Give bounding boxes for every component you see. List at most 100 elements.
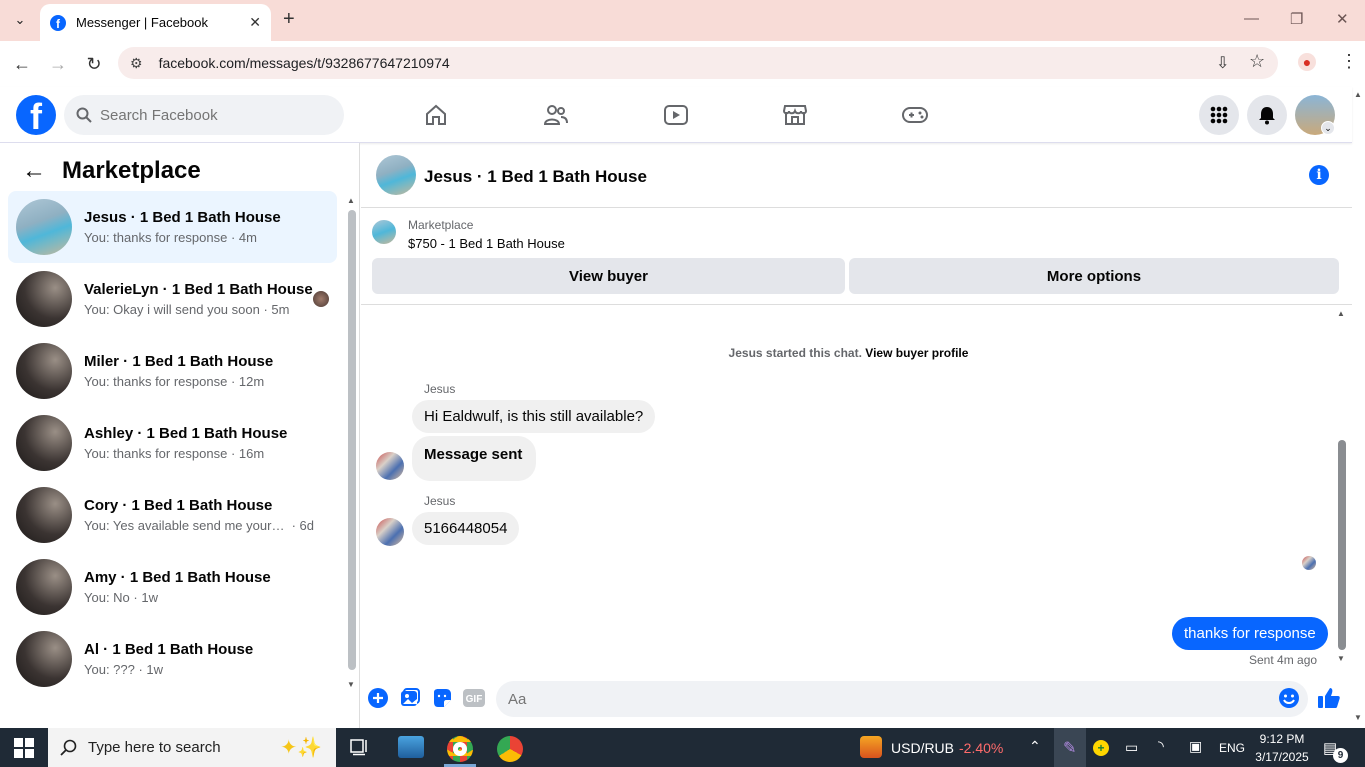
wifi-icon[interactable]: ◝ xyxy=(1158,737,1164,755)
browser-tab[interactable]: f Messenger | Facebook ✕ xyxy=(40,4,271,41)
friends-icon[interactable] xyxy=(541,100,571,130)
conversation-avatar xyxy=(16,559,72,615)
conversation-time: 4m xyxy=(238,230,257,245)
video-icon[interactable] xyxy=(661,100,691,130)
chat-scroll-down-icon[interactable]: ▼ xyxy=(1337,654,1345,663)
profile-icon[interactable]: ● xyxy=(1298,53,1316,71)
conversation-title: Amy · 1 Bed 1 Bath House xyxy=(84,569,271,586)
close-window-icon[interactable]: ✕ xyxy=(1336,10,1349,28)
chrome-icon[interactable] xyxy=(447,736,473,762)
page-scroll-down-icon[interactable]: ▼ xyxy=(1354,713,1362,722)
ticker-label[interactable]: USD/RUB xyxy=(891,740,954,756)
chat-title[interactable]: Jesus · 1 Bed 1 Bath House xyxy=(424,167,647,187)
message-bubble[interactable]: Hi Ealdwulf, is this still available? xyxy=(412,400,656,433)
gaming-icon[interactable] xyxy=(900,100,930,130)
windows-start-icon[interactable] xyxy=(14,738,34,763)
install-icon[interactable]: ⇩ xyxy=(1216,53,1229,73)
tab-search-icon[interactable]: ⌄ xyxy=(8,8,32,32)
marketplace-icon[interactable] xyxy=(780,100,810,130)
listing-price[interactable]: $750 - 1 Bed 1 Bath House xyxy=(408,236,565,251)
message-sender: Jesus xyxy=(424,494,456,508)
task-view-icon[interactable] xyxy=(350,738,370,761)
sidebar-title: Marketplace xyxy=(62,157,201,184)
sender-avatar[interactable] xyxy=(376,518,404,546)
back-arrow-icon[interactable]: ← xyxy=(22,157,46,185)
seen-avatar xyxy=(313,291,329,307)
conversation-item[interactable]: Jesus · 1 Bed 1 Bath House You: thanks fo… xyxy=(8,191,337,263)
taskbar-search-icon xyxy=(60,739,77,756)
conversation-time: 5m xyxy=(271,302,290,317)
sidebar-scrollbar[interactable] xyxy=(348,210,356,670)
clock-date[interactable]: 3/17/2025 xyxy=(1252,750,1312,764)
conversation-item[interactable]: Cory · 1 Bed 1 Bath House You: Yes availa… xyxy=(8,479,337,551)
message-input[interactable] xyxy=(508,690,1248,708)
conversation-item[interactable]: Al · 1 Bed 1 Bath House You: ??? · 1w xyxy=(8,623,337,695)
menu-grid-icon[interactable] xyxy=(1199,95,1239,135)
url-text: facebook.com/messages/t/9328677647210974 xyxy=(158,55,450,71)
message-bubble[interactable]: Message sent xyxy=(412,436,537,481)
view-buyer-button[interactable]: View buyer xyxy=(372,258,845,294)
language-indicator[interactable]: ENG xyxy=(1219,741,1245,755)
message-input-wrapper[interactable] xyxy=(496,681,1308,717)
conversation-preview: You: Yes available send me your nu... xyxy=(84,518,288,533)
restore-icon[interactable]: ❐ xyxy=(1290,10,1303,28)
ticker-icon xyxy=(860,736,882,758)
photo-icon[interactable] xyxy=(399,687,421,709)
meet-icon[interactable]: ▣ xyxy=(1189,738,1202,755)
facebook-search[interactable] xyxy=(64,95,344,135)
file-explorer-icon[interactable] xyxy=(398,736,424,758)
conversation-preview: You: thanks for response xyxy=(84,230,228,245)
conversation-time: 1w xyxy=(141,590,158,605)
chat-scroll-up-icon[interactable]: ▲ xyxy=(1337,309,1345,318)
taskbar-search-text: Type here to search xyxy=(88,739,221,756)
address-bar[interactable]: ⚙ facebook.com/messages/t/93286776472109… xyxy=(118,47,1278,79)
chrome-profile-icon[interactable] xyxy=(497,736,523,762)
chat-scrollbar[interactable] xyxy=(1338,440,1346,650)
facebook-logo-icon[interactable]: f xyxy=(16,95,56,135)
message-bubble[interactable]: 5166448054 xyxy=(412,512,520,545)
plus-icon[interactable] xyxy=(367,687,389,709)
battery-icon[interactable]: ▭ xyxy=(1125,739,1138,756)
notifications-bell-icon[interactable] xyxy=(1247,95,1287,135)
listing-thumbnail[interactable] xyxy=(372,220,396,244)
back-icon[interactable]: ← xyxy=(10,52,34,76)
reload-icon[interactable]: ↻ xyxy=(82,52,106,76)
info-icon[interactable]: i xyxy=(1309,165,1329,185)
like-thumbs-up-icon[interactable] xyxy=(1317,686,1341,715)
outgoing-message-bubble[interactable]: thanks for response xyxy=(1172,617,1328,650)
scroll-up-icon[interactable]: ▲ xyxy=(347,196,355,205)
forward-icon[interactable]: → xyxy=(46,52,70,76)
chat-avatar[interactable] xyxy=(376,155,416,195)
sender-avatar[interactable] xyxy=(376,452,404,480)
scroll-down-icon[interactable]: ▼ xyxy=(347,680,355,689)
conversation-separator: · xyxy=(227,374,239,389)
sticker-icon[interactable] xyxy=(431,687,453,709)
gif-icon[interactable]: GIF xyxy=(463,687,485,709)
close-tab-icon[interactable]: ✕ xyxy=(249,14,261,31)
tray-chevron-icon[interactable]: ⌃ xyxy=(1029,738,1041,755)
minimize-icon[interactable]: — xyxy=(1244,10,1259,27)
conversation-item[interactable]: Miler · 1 Bed 1 Bath House You: thanks fo… xyxy=(8,335,337,407)
bookmark-star-icon[interactable]: ☆ xyxy=(1249,51,1265,72)
conversation-preview: You: ??? xyxy=(84,662,135,677)
emoji-icon[interactable] xyxy=(1278,687,1300,714)
search-icon xyxy=(76,107,92,123)
taskbar-search[interactable]: Type here to search ✦✨ xyxy=(48,728,336,767)
more-options-button[interactable]: More options xyxy=(849,258,1339,294)
conversation-item[interactable]: Ashley · 1 Bed 1 Bath House You: thanks f… xyxy=(8,407,337,479)
tray-pen-icon[interactable]: ✎ xyxy=(1054,728,1086,767)
search-input[interactable] xyxy=(100,106,320,124)
conversation-item[interactable]: Amy · 1 Bed 1 Bath House You: No · 1w xyxy=(8,551,337,623)
tray-plus-icon[interactable]: + xyxy=(1093,740,1109,756)
new-tab-icon[interactable]: + xyxy=(283,8,295,31)
conversation-item[interactable]: ValerieLyn · 1 Bed 1 Bath House You: Okay… xyxy=(8,263,337,335)
page-scroll-up-icon[interactable]: ▲ xyxy=(1354,90,1362,99)
home-icon[interactable] xyxy=(421,100,451,130)
view-buyer-profile-link[interactable]: View buyer profile xyxy=(865,346,968,360)
site-info-icon[interactable]: ⚙ xyxy=(130,55,143,72)
notification-count-badge: 9 xyxy=(1333,748,1348,763)
browser-menu-icon[interactable]: ⋮ xyxy=(1340,51,1358,72)
account-chevron-icon[interactable]: ⌄ xyxy=(1321,121,1335,135)
clock-time[interactable]: 9:12 PM xyxy=(1257,732,1307,746)
conversation-time: 1w xyxy=(146,662,164,677)
